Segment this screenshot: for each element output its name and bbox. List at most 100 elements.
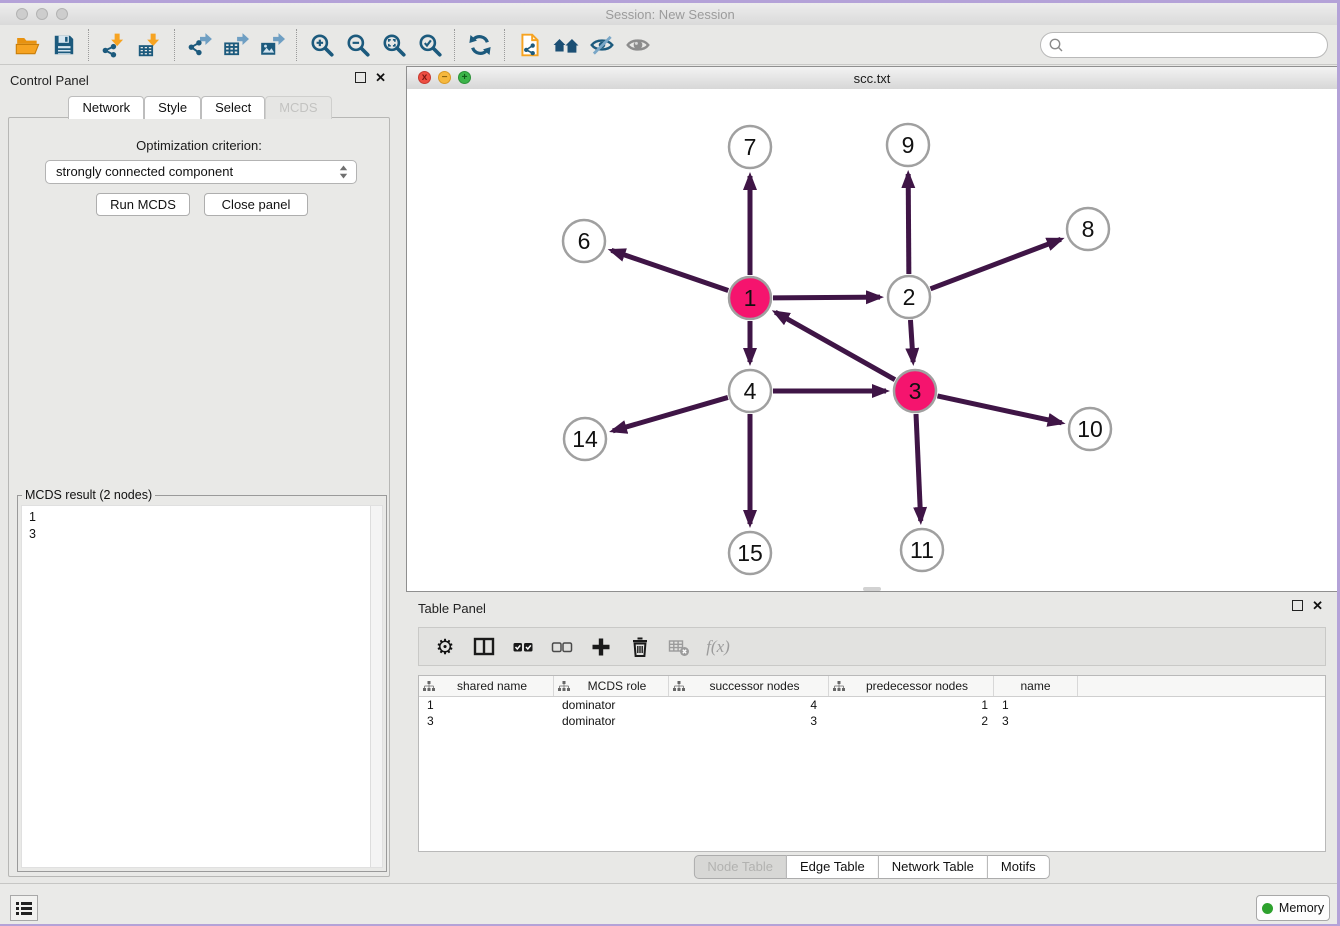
open-session-icon[interactable] [10,28,46,62]
column-settings-gear-icon[interactable]: ⚙ [433,634,457,660]
add-row-icon[interactable] [589,634,613,660]
split-view-icon[interactable] [472,634,496,660]
save-session-icon[interactable] [46,28,82,62]
graph-node-8[interactable]: 8 [1067,208,1109,250]
deselect-all-icon[interactable] [550,634,574,660]
toolbar-separator [454,29,456,61]
column-header-successor-nodes[interactable]: successor nodes [669,676,829,696]
mcds-result-box: 1 3 [21,505,383,868]
window-title: Session: New Session [0,7,1340,22]
column-label: MCDS role [570,679,664,693]
tab-edge-table[interactable]: Edge Table [787,855,879,879]
delete-table-icon[interactable] [667,634,691,660]
tab-network[interactable]: Network [68,96,144,119]
tab-select[interactable]: Select [201,96,265,119]
search-icon [1048,37,1064,53]
application-window: Session: New Session [0,0,1340,926]
tab-network-table[interactable]: Network Table [879,855,988,879]
table-row[interactable]: 3dominator323 [419,713,1325,729]
graph-edge-4-14[interactable] [613,397,728,430]
table-row[interactable]: 1dominator411 [419,697,1325,713]
graph-edge-1-2[interactable] [773,297,880,298]
export-image-icon[interactable] [254,28,290,62]
graph-node-2[interactable]: 2 [888,276,930,318]
table-cell[interactable]: 1 [829,697,994,713]
memory-label: Memory [1279,901,1324,915]
table-cell[interactable]: 3 [669,713,829,729]
graph-node-11[interactable]: 11 [901,529,943,571]
search-input[interactable] [1040,32,1328,58]
table-cell[interactable]: 1 [419,697,554,713]
run-mcds-button[interactable]: Run MCDS [96,193,190,216]
graph-node-4[interactable]: 4 [729,370,771,412]
svg-text:10: 10 [1077,416,1103,442]
graph-edge-3-11[interactable] [916,414,921,521]
table-cell[interactable]: 3 [994,713,1078,729]
graph-node-10[interactable]: 10 [1069,408,1111,450]
table-cell[interactable]: 1 [994,697,1078,713]
column-header-name[interactable]: name [994,676,1078,696]
close-panel-button[interactable]: Close panel [204,193,308,216]
column-header-shared-name[interactable]: shared name [419,676,554,696]
table-panel: Table Panel ✕ ⚙ [406,594,1337,883]
tab-motifs[interactable]: Motifs [988,855,1050,879]
show-all-icon[interactable] [620,28,656,62]
zoom-in-icon[interactable] [304,28,340,62]
graph-edge-3-1[interactable] [775,312,895,379]
graph-node-7[interactable]: 7 [729,126,771,168]
import-table-icon[interactable] [132,28,168,62]
tab-node-table[interactable]: Node Table [693,855,787,879]
zoom-out-icon[interactable] [340,28,376,62]
network-from-selection-icon[interactable] [512,28,548,62]
column-header-predecessor-nodes[interactable]: predecessor nodes [829,676,994,696]
export-network-icon[interactable] [182,28,218,62]
graph-edge-1-6[interactable] [611,250,728,290]
tab-style[interactable]: Style [144,96,201,119]
graph-node-3[interactable]: 3 [894,370,936,412]
hide-selected-icon[interactable] [584,28,620,62]
memory-button[interactable]: Memory [1256,895,1330,921]
result-scrollbar[interactable] [370,506,382,867]
import-network-icon[interactable] [96,28,132,62]
graph-node-6[interactable]: 6 [563,220,605,262]
column-header-MCDS-role[interactable]: MCDS role [554,676,669,696]
tab-mcds[interactable]: MCDS [265,96,331,119]
network-graph[interactable]: 7 9 6 8 1 2 4 3 14 10 15 11 [407,89,1337,591]
float-panel-icon[interactable] [355,72,366,83]
titlebar: Session: New Session [0,3,1340,26]
svg-text:1: 1 [744,285,757,311]
column-label: name [998,679,1073,693]
network-canvas[interactable]: 7 9 6 8 1 2 4 3 14 10 15 11 [407,89,1337,591]
graph-node-14[interactable]: 14 [564,418,606,460]
graph-edge-2-3[interactable] [910,320,913,362]
delete-row-icon[interactable] [628,634,652,660]
svg-text:11: 11 [910,537,934,563]
canvas-resize-handle[interactable] [863,587,881,591]
graph-edge-2-9[interactable] [908,174,909,274]
table-cell[interactable]: 2 [829,713,994,729]
table-toolbar: ⚙ f(x) [418,627,1326,666]
table-cell[interactable]: 3 [419,713,554,729]
svg-text:3: 3 [909,378,922,404]
apply-layout-icon[interactable] [462,28,498,62]
close-panel-icon[interactable]: ✕ [375,72,386,83]
table-cell[interactable]: 4 [669,697,829,713]
search-field-wrap [1040,32,1328,58]
graph-edge-2-8[interactable] [931,239,1061,289]
graph-node-1[interactable]: 1 [729,277,771,319]
graph-node-9[interactable]: 9 [887,124,929,166]
fit-content-icon[interactable] [376,28,412,62]
export-table-icon[interactable] [218,28,254,62]
graph-node-15[interactable]: 15 [729,532,771,574]
zoom-selected-icon[interactable] [412,28,448,62]
close-table-panel-icon[interactable]: ✕ [1312,600,1323,611]
graph-edge-3-10[interactable] [937,396,1061,423]
table-cell[interactable]: dominator [554,697,669,713]
function-builder-icon[interactable]: f(x) [706,634,730,660]
float-table-panel-icon[interactable] [1292,600,1303,611]
select-all-icon[interactable] [511,634,535,660]
table-cell[interactable]: dominator [554,713,669,729]
task-history-button[interactable] [10,895,38,921]
optimization-criterion-select[interactable]: strongly connected component [45,160,357,184]
first-neighbors-icon[interactable] [548,28,584,62]
